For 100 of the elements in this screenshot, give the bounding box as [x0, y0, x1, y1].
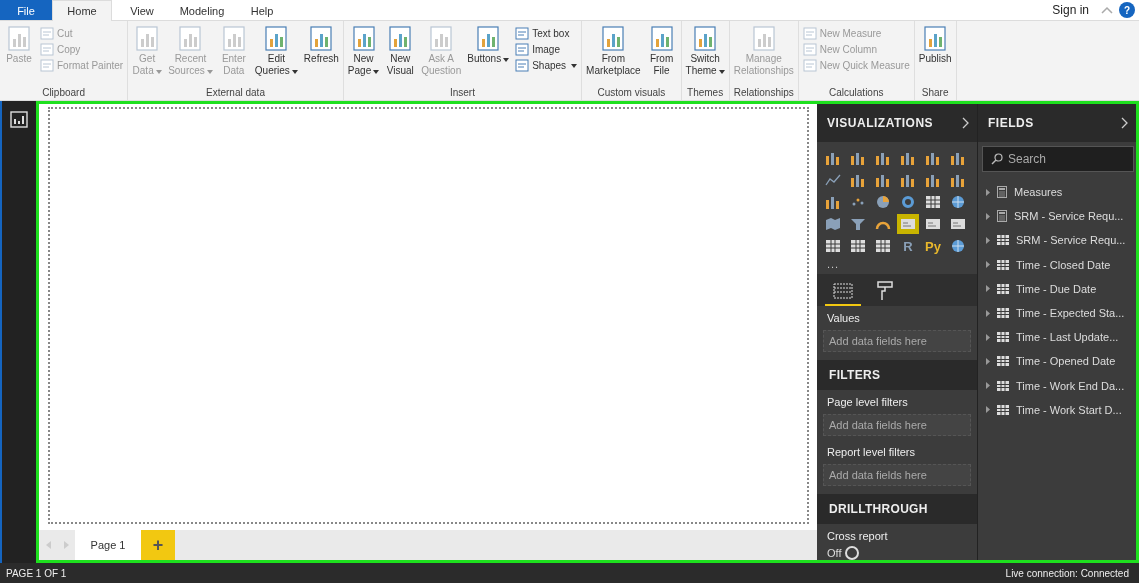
- field-table-name[interactable]: Time - Last Update...: [1016, 331, 1119, 344]
- pie-chart-icon: [875, 195, 891, 209]
- menu-tab[interactable]: Home: [52, 0, 112, 21]
- report-view-icon[interactable]: [10, 111, 28, 128]
- search-field[interactable]: Search: [982, 146, 1134, 172]
- bar-chart-icon: [850, 173, 866, 187]
- search-icon: [991, 153, 1003, 165]
- expand-triangle-icon[interactable]: [986, 188, 990, 196]
- group-label: External data: [205, 86, 266, 100]
- ribbon-icon: [922, 25, 949, 53]
- more-visuals-button[interactable]: ...: [817, 258, 977, 274]
- collapse-pane-button[interactable]: [962, 117, 969, 129]
- section-title: FILTERS: [817, 360, 977, 390]
- search-input[interactable]: Search: [1008, 152, 1125, 166]
- bar-chart-icon: [925, 173, 941, 187]
- ribbon-icon: [387, 25, 414, 53]
- field-table-name[interactable]: Time - Closed Date: [1016, 258, 1111, 271]
- bar-chart-icon: [950, 151, 966, 165]
- expand-triangle-icon[interactable]: [986, 406, 990, 414]
- pane-title: VISUALIZATIONS: [827, 116, 934, 130]
- sign-in-link[interactable]: Sign in: [1040, 0, 1101, 20]
- ribbon-icon: [308, 25, 335, 53]
- ribbon-small-icon: [515, 59, 530, 72]
- ribbon-button[interactable]: Edit Queries: [252, 23, 300, 79]
- ribbon-icon: [692, 25, 719, 53]
- bar-chart-icon: [925, 151, 941, 165]
- ribbon-button[interactable]: New Visual: [383, 23, 418, 79]
- table-icon: [997, 308, 1009, 319]
- visual-type-button[interactable]: R: [897, 236, 919, 256]
- ribbon-small-icon: [802, 27, 817, 40]
- visual-type-button[interactable]: Py: [922, 236, 944, 256]
- ribbon-button[interactable]: Buttons: [465, 23, 512, 67]
- field-table-name[interactable]: SRM - Service Requ...: [1016, 234, 1126, 247]
- drop-field-well[interactable]: Add data fields here: [823, 330, 971, 352]
- table-icon: [997, 332, 1009, 343]
- table-icon: [825, 239, 841, 253]
- page-count: PAGE 1 OF 1: [6, 567, 67, 579]
- group-label: Themes: [686, 86, 725, 100]
- fields-icon: [833, 283, 853, 299]
- line-chart-icon: [825, 173, 841, 187]
- ribbon-small-icon: [40, 43, 54, 56]
- toggle-label: Off: [827, 547, 842, 559]
- expand-triangle-icon[interactable]: [986, 285, 990, 293]
- field-table-name[interactable]: Time - Due Date: [1016, 282, 1097, 295]
- expand-triangle-icon[interactable]: [986, 309, 990, 317]
- bar-chart-icon: [900, 151, 916, 165]
- collapse-pane-button[interactable]: [1121, 117, 1128, 129]
- map-icon: [825, 217, 841, 231]
- help-button[interactable]: ?: [1119, 2, 1135, 18]
- chevron-right-icon: [1121, 117, 1128, 129]
- paint-roller-icon: [877, 281, 893, 301]
- page-tab[interactable]: Page 1: [75, 530, 141, 560]
- ribbon-icon: [220, 25, 247, 53]
- table-icon: [997, 380, 1009, 391]
- menu-tab[interactable]: File: [0, 0, 52, 20]
- ribbon-icon: [263, 25, 290, 53]
- expand-triangle-icon[interactable]: [986, 382, 990, 390]
- expand-triangle-icon[interactable]: [986, 261, 990, 269]
- ribbon-icon: [475, 25, 502, 53]
- ribbon-button[interactable]: Text box: [513, 26, 580, 41]
- ribbon-button[interactable]: New Page: [345, 23, 382, 79]
- ribbon-icon: [6, 25, 32, 53]
- field-table-name[interactable]: Measures: [1014, 186, 1063, 199]
- ribbon-button[interactable]: From Marketplace: [584, 23, 643, 79]
- toggle-switch[interactable]: [845, 546, 860, 560]
- expand-triangle-icon[interactable]: [986, 236, 990, 244]
- ribbon-button[interactable]: Refresh: [301, 23, 341, 67]
- ribbon-button[interactable]: Switch Theme: [683, 23, 727, 79]
- bar-chart-icon: [850, 151, 866, 165]
- table-icon: [850, 239, 866, 253]
- bar-chart-icon: [900, 173, 916, 187]
- table-icon: [997, 259, 1009, 270]
- field-table-name[interactable]: Time - Opened Date: [1016, 355, 1116, 368]
- chevron-right-icon: [962, 117, 969, 129]
- add-page-button[interactable]: +: [141, 530, 175, 560]
- card-icon: [900, 217, 916, 231]
- field-table-name[interactable]: Time - Work End Da...: [1016, 379, 1125, 392]
- drop-field-well[interactable]: Add data fields here: [823, 414, 971, 436]
- ribbon-button[interactable]: Publish: [916, 23, 954, 67]
- table-icon: [997, 283, 1009, 294]
- ribbon-icon: [600, 25, 627, 53]
- ribbon-button[interactable]: Image: [513, 42, 580, 57]
- expand-triangle-icon[interactable]: [986, 357, 990, 365]
- ribbon-small-icon: [802, 43, 817, 56]
- globe-icon: [950, 195, 966, 209]
- globe-icon: [950, 239, 966, 253]
- bar-chart-icon: [950, 173, 966, 187]
- expand-triangle-icon[interactable]: [986, 212, 990, 220]
- field-table-name[interactable]: Time - Expected Sta...: [1016, 307, 1125, 320]
- expand-triangle-icon[interactable]: [986, 333, 990, 341]
- field-table-name[interactable]: Time - Work Start D...: [1016, 403, 1122, 416]
- drop-field-well[interactable]: Add data fields here: [823, 464, 971, 486]
- field-table-name[interactable]: SRM - Service Requ...: [1014, 210, 1124, 223]
- ribbon-button[interactable]: Shapes: [513, 58, 580, 73]
- ribbon-button[interactable]: From File: [644, 23, 679, 79]
- ribbon-small-icon: [40, 59, 54, 72]
- ribbon-small-icon: [515, 43, 530, 56]
- group-label: Relationships: [732, 86, 795, 100]
- table-icon: [875, 239, 891, 253]
- filter-label: Page level filters: [826, 395, 909, 410]
